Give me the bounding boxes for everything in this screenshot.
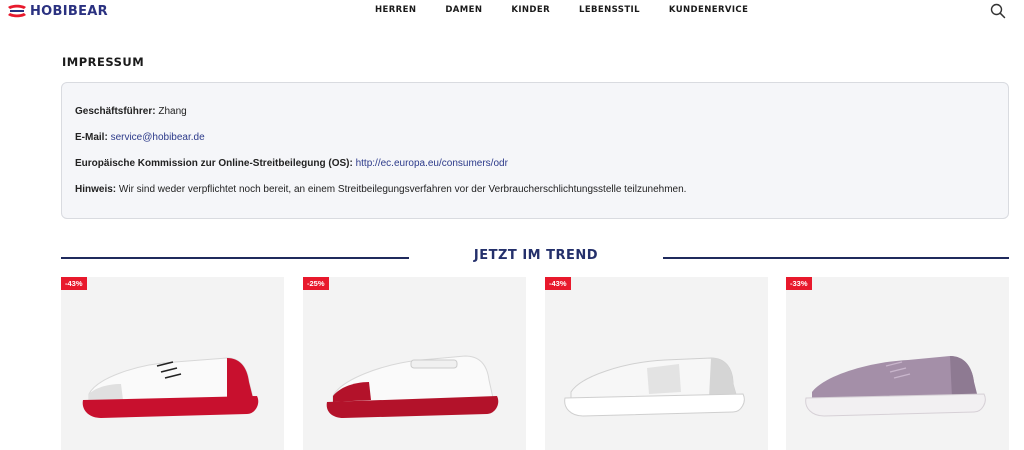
product-card[interactable]: -43% [545,277,768,450]
shoe-image [326,355,499,418]
nav-item-kundenservice[interactable]: KUNDENERVICE [669,5,748,15]
product-card[interactable]: -25% [303,277,526,450]
nav-item-lebensstil[interactable]: LEBENSSTIL [579,5,640,15]
logo-mark-icon [8,4,26,18]
discount-badge: -43% [545,277,571,290]
notice-label: Hinweis: [75,184,117,195]
nav-item-damen[interactable]: DAMEN [445,5,482,15]
search-icon [990,3,1006,19]
trend-heading-row: JETZT IM TREND [61,248,1009,268]
shoe-image [564,357,745,417]
email-label: E-Mail: [75,132,108,143]
nav-item-herren[interactable]: HERREN [375,5,416,15]
manager-label: Geschäftsführer: [75,106,156,117]
main-nav: HERREN DAMEN KINDER LEBENSSTIL KUNDENERV… [375,5,777,15]
search-button[interactable] [990,3,1006,19]
discount-badge: -43% [61,277,87,290]
os-link[interactable]: http://ec.europa.eu/consumers/odr [356,158,508,169]
trend-title: JETZT IM TREND [473,248,599,263]
discount-badge: -33% [786,277,812,290]
os-label: Europäische Kommission zur Online-Streit… [75,158,353,169]
product-card[interactable]: -43% [61,277,284,450]
logo[interactable]: HOBIBEAR [6,2,108,20]
email-line: E-Mail: service@hobibear.de [75,131,1008,144]
shoe-image [82,357,259,418]
logo-text: HOBIBEAR [30,3,108,19]
os-line: Europäische Kommission zur Online-Streit… [75,157,1008,170]
site-header: HOBIBEAR HERREN DAMEN KINDER LEBENSSTIL … [0,0,1024,32]
discount-badge: -25% [303,277,329,290]
notice-line: Hinweis: Wir sind weder verpflichtet noc… [75,183,1008,196]
product-card[interactable]: -33% [786,277,1009,450]
shoe-image [805,356,986,417]
manager-value: Zhang [158,106,187,117]
divider-line-right [663,257,1009,259]
notice-text: Wir sind weder verpflichtet noch bereit,… [118,184,687,195]
nav-item-kinder[interactable]: KINDER [511,5,550,15]
email-link[interactable]: service@hobibear.de [111,132,205,143]
page-title: IMPRESSUM [62,55,145,69]
impressum-box: Geschäftsführer: Zhang E-Mail: service@h… [61,82,1009,219]
divider-line-left [61,257,409,259]
manager-line: Geschäftsführer: Zhang [75,105,1008,118]
